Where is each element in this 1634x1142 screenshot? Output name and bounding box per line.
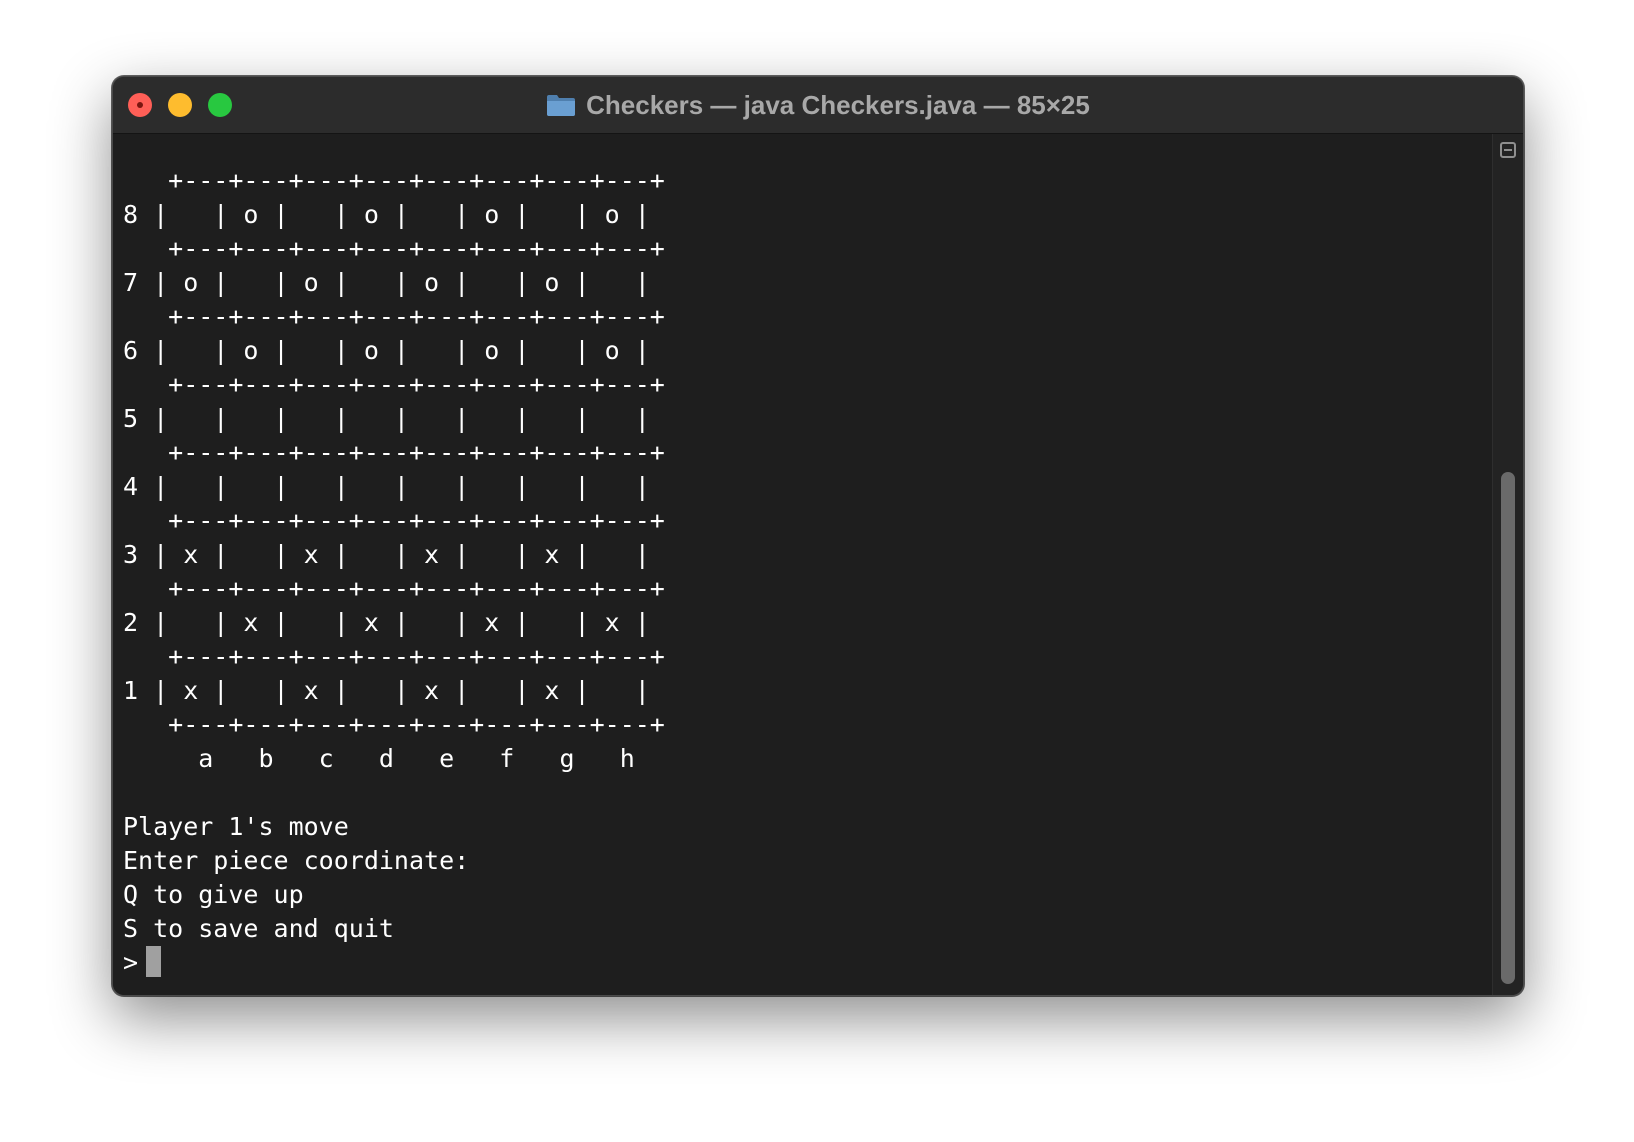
board-row: +---+---+---+---+---+---+---+---+ [123, 642, 665, 671]
give-up-hint: Q to give up [123, 880, 304, 909]
board-row: 4 | | | | | | | | | [123, 472, 650, 501]
board-row: 3 | x | | x | | x | | x | | [123, 540, 650, 569]
folder-icon [547, 95, 576, 116]
prompt-symbol: > [123, 948, 139, 977]
board-row: +---+---+---+---+---+---+---+---+ [123, 166, 665, 195]
window-title: Checkers — java Checkers.java — 85×25 [586, 89, 1090, 120]
board-row: 6 | | o | | o | | o | | o | [123, 336, 650, 365]
enter-coordinate-message: Enter piece coordinate: [123, 846, 470, 875]
board-row: 8 | | o | | o | | o | | o | [123, 200, 650, 229]
terminal-output: +---+---+---+---+---+---+---+---+ 8 | | … [123, 164, 665, 980]
save-quit-hint: S to save and quit [123, 914, 394, 943]
terminal-content[interactable]: +---+---+---+---+---+---+---+---+ 8 | | … [113, 134, 1493, 995]
board-row: +---+---+---+---+---+---+---+---+ [123, 438, 665, 467]
text-cursor[interactable] [146, 946, 162, 977]
board-row: +---+---+---+---+---+---+---+---+ [123, 370, 665, 399]
board-row: +---+---+---+---+---+---+---+---+ [123, 710, 665, 739]
board-row: 2 | | x | | x | | x | | x | [123, 608, 650, 637]
board-row: +---+---+---+---+---+---+---+---+ [123, 302, 665, 331]
board-row: +---+---+---+---+---+---+---+---+ [123, 506, 665, 535]
board-row: 5 | | | | | | | | | [123, 404, 650, 433]
board-row: 1 | x | | x | | x | | x | | [123, 676, 650, 705]
split-pane-icon[interactable] [1500, 142, 1516, 158]
board-row: 7 | o | | o | | o | | o | | [123, 268, 650, 297]
board-row: +---+---+---+---+---+---+---+---+ [123, 574, 665, 603]
window-title-group: Checkers — java Checkers.java — 85×25 [113, 77, 1523, 133]
column-labels: a b c d e f g h [123, 744, 635, 773]
scrollbar-thumb[interactable] [1501, 472, 1515, 984]
terminal-window: Checkers — java Checkers.java — 85×25 +-… [112, 76, 1524, 996]
scrollbar[interactable] [1492, 134, 1523, 995]
player-move-message: Player 1's move [123, 812, 349, 841]
title-bar[interactable]: Checkers — java Checkers.java — 85×25 [113, 77, 1523, 134]
board-row: +---+---+---+---+---+---+---+---+ [123, 234, 665, 263]
